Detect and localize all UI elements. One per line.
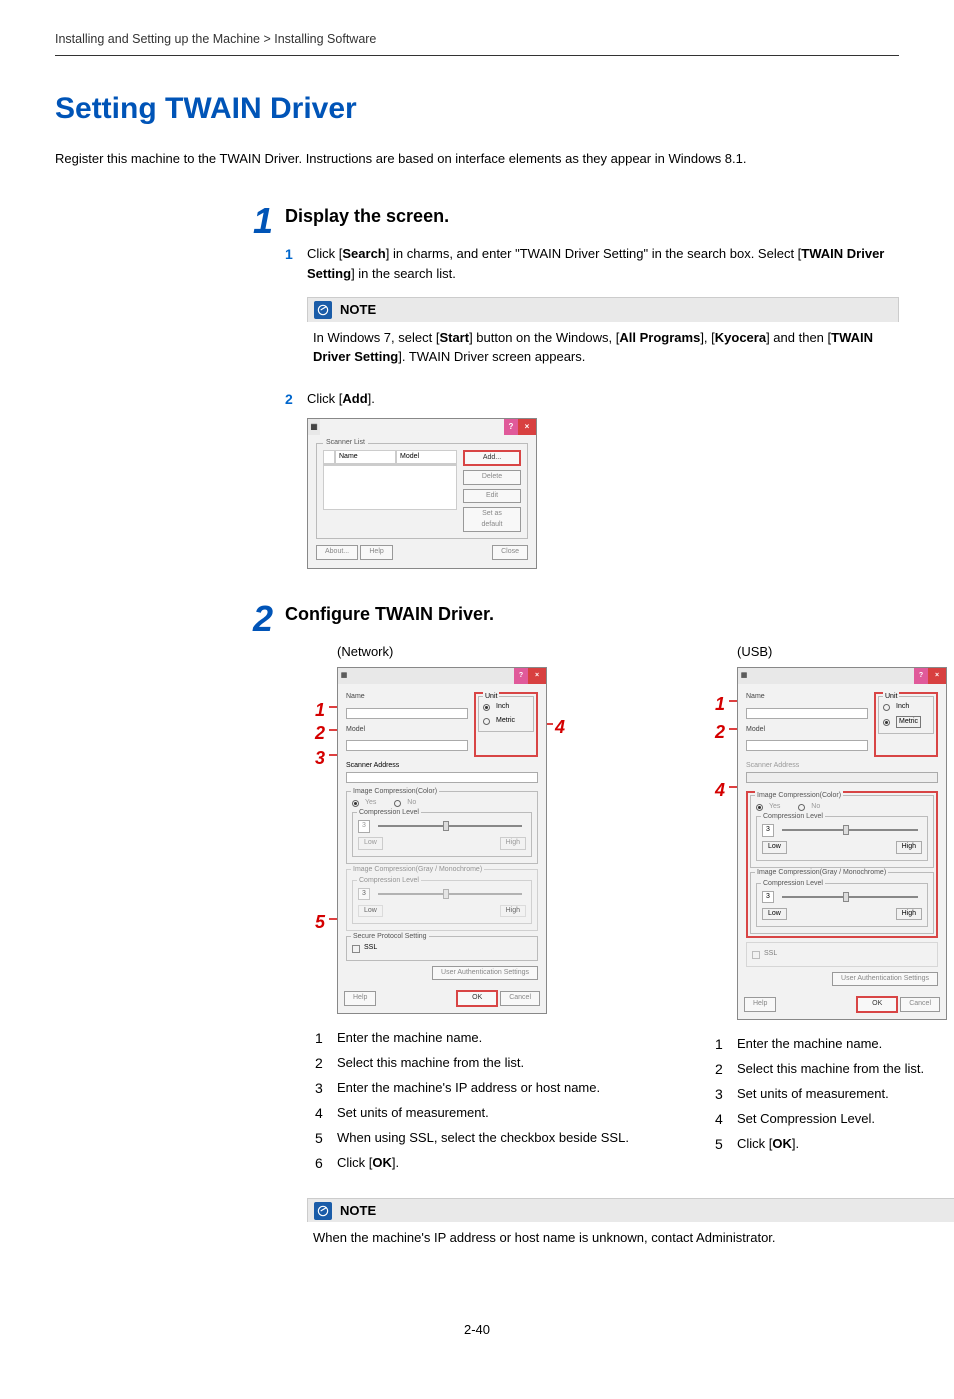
step-2-title: Configure TWAIN Driver. bbox=[285, 601, 954, 628]
name-label: Name bbox=[746, 692, 806, 703]
net-item-2: Select this machine from the list. bbox=[337, 1053, 667, 1074]
help-button[interactable]: Help bbox=[344, 991, 376, 1006]
step-2-number: 2 bbox=[240, 601, 285, 1270]
net-item-3: Enter the machine's IP address or host n… bbox=[337, 1078, 667, 1099]
dialog-help-button[interactable]: ? bbox=[514, 668, 528, 684]
group-scanner-list: Scanner List bbox=[323, 438, 368, 449]
model-label: Model bbox=[346, 725, 406, 736]
model-label: Model bbox=[746, 725, 806, 736]
dialog-help-button[interactable]: ? bbox=[504, 419, 518, 435]
close-button[interactable]: Close bbox=[492, 545, 528, 560]
model-select[interactable] bbox=[346, 740, 468, 751]
step-1-title: Display the screen. bbox=[285, 203, 899, 230]
add-button[interactable]: Add... bbox=[463, 450, 521, 467]
name-label: Name bbox=[346, 692, 406, 703]
dialog-close-button[interactable]: × bbox=[518, 419, 536, 435]
callout-u1: 1 bbox=[715, 691, 725, 718]
name-input[interactable] bbox=[746, 708, 868, 719]
cancel-button[interactable]: Cancel bbox=[500, 991, 540, 1006]
callout-u2: 2 bbox=[715, 719, 725, 746]
inch-radio[interactable] bbox=[883, 704, 890, 711]
sub-2-text: Click [Add]. bbox=[307, 389, 899, 410]
dialog-close-button[interactable]: × bbox=[528, 668, 546, 684]
callout-4: 4 bbox=[555, 714, 565, 741]
about-button[interactable]: About... bbox=[316, 545, 358, 560]
page-title: Setting TWAIN Driver bbox=[55, 86, 899, 131]
intro-text: Register this machine to the TWAIN Drive… bbox=[55, 149, 899, 169]
dialog-title-text bbox=[320, 419, 504, 435]
scanner-address-label: Scanner Address bbox=[346, 762, 399, 769]
net-item-5: When using SSL, select the checkbox besi… bbox=[337, 1128, 667, 1149]
network-config-dialog: ▦ ? × Name Model bbox=[337, 667, 547, 1014]
scanner-list-dialog: ▦ ? × Scanner List Name Model bbox=[307, 418, 537, 569]
sub-1-num: 1 bbox=[285, 244, 307, 283]
usb-item-2: Select this machine from the list. bbox=[737, 1059, 954, 1080]
col-model: Model bbox=[396, 450, 457, 465]
user-auth-button[interactable]: User Authentication Settings bbox=[832, 972, 938, 987]
net-item-1: Enter the machine name. bbox=[337, 1028, 667, 1049]
help-button[interactable]: Help bbox=[744, 997, 776, 1012]
help-button[interactable]: Help bbox=[360, 545, 392, 560]
scanner-address-input bbox=[746, 772, 938, 783]
page-number: 2-40 bbox=[55, 1320, 899, 1340]
dialog-app-icon: ▦ bbox=[308, 419, 320, 435]
usb-item-4: Set Compression Level. bbox=[737, 1109, 954, 1130]
note-2-header: NOTE bbox=[307, 1198, 954, 1223]
gray-slider[interactable] bbox=[443, 889, 449, 899]
color-slider[interactable] bbox=[443, 821, 449, 831]
usb-item-3: Set units of measurement. bbox=[737, 1084, 954, 1105]
note-2-body: When the machine's IP address or host na… bbox=[307, 1222, 954, 1254]
cancel-button[interactable]: Cancel bbox=[900, 997, 940, 1012]
ok-button[interactable]: OK bbox=[456, 990, 498, 1007]
breadcrumb: Installing and Setting up the Machine > … bbox=[55, 30, 899, 56]
callout-u4: 4 bbox=[715, 777, 725, 804]
gray-slider[interactable] bbox=[843, 892, 849, 902]
color-slider[interactable] bbox=[843, 825, 849, 835]
ssl-checkbox[interactable] bbox=[352, 945, 360, 953]
note-icon bbox=[314, 301, 332, 319]
net-item-4: Set units of measurement. bbox=[337, 1103, 667, 1124]
col-name: Name bbox=[335, 450, 396, 465]
inch-radio[interactable] bbox=[483, 704, 490, 711]
net-item-6: Click [OK]. bbox=[337, 1153, 667, 1174]
edit-button[interactable]: Edit bbox=[463, 489, 521, 504]
dialog-help-button[interactable]: ? bbox=[914, 668, 928, 684]
note-1-body: In Windows 7, select [Start] button on t… bbox=[307, 322, 899, 373]
usb-item-1: Enter the machine name. bbox=[737, 1034, 954, 1055]
ok-button[interactable]: OK bbox=[856, 996, 898, 1013]
network-label: (Network) bbox=[337, 642, 667, 662]
sub-1-text: Click [Search] in charms, and enter "TWA… bbox=[307, 244, 899, 283]
sub-2-num: 2 bbox=[285, 389, 307, 410]
step-1-number: 1 bbox=[240, 203, 285, 581]
dialog-app-icon: ▦ bbox=[338, 668, 350, 684]
note-1-header: NOTE bbox=[307, 297, 899, 322]
callout-3: 3 bbox=[315, 745, 325, 772]
delete-button[interactable]: Delete bbox=[463, 470, 521, 485]
scanner-list-area[interactable] bbox=[323, 465, 457, 510]
user-auth-button[interactable]: User Authentication Settings bbox=[432, 966, 538, 981]
usb-item-5: Click [OK]. bbox=[737, 1134, 954, 1155]
callout-5: 5 bbox=[315, 909, 325, 936]
default-button[interactable]: Set as default bbox=[463, 507, 521, 532]
dialog-app-icon: ▦ bbox=[738, 668, 750, 684]
scanner-address-input[interactable] bbox=[346, 772, 538, 783]
dialog-close-button[interactable]: × bbox=[928, 668, 946, 684]
note-icon bbox=[314, 1202, 332, 1220]
usb-label: (USB) bbox=[737, 642, 954, 662]
name-input[interactable] bbox=[346, 708, 468, 719]
model-select[interactable] bbox=[746, 740, 868, 751]
callout-2: 2 bbox=[315, 720, 325, 747]
metric-radio[interactable] bbox=[483, 718, 490, 725]
metric-radio[interactable] bbox=[883, 719, 890, 726]
usb-config-dialog: ▦ ? × Name Model bbox=[737, 667, 947, 1020]
